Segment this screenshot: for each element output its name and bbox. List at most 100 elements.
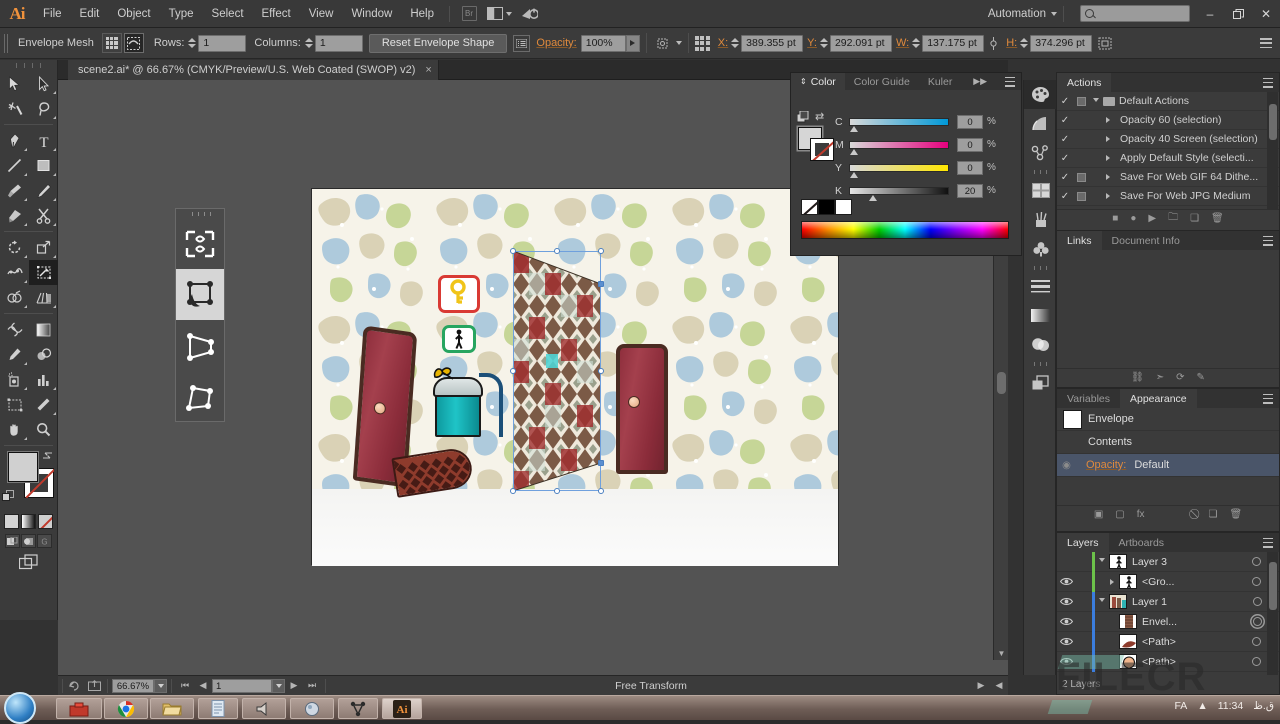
update-link-icon[interactable]: ⟳ [1176,372,1184,383]
action-enabled-check[interactable]: ✓ [1057,172,1073,183]
tab-actions[interactable]: Actions [1057,73,1111,92]
first-page-icon[interactable]: ⏮ [176,678,194,694]
swatches-icon[interactable] [1024,176,1057,205]
envelope-mesh-warp-button[interactable] [124,33,144,53]
opacity-value[interactable]: Default [1134,459,1169,471]
gradient-fill-button[interactable] [21,514,36,529]
expand-icon[interactable] [1101,174,1115,180]
transform-panel-icon[interactable] [653,35,673,52]
constrain-proportions-icon[interactable] [984,35,1002,52]
screen-mode-button[interactable] [0,554,57,570]
menu-view[interactable]: View [300,0,343,28]
layers-scrollbar[interactable] [1267,552,1278,675]
taskbar-media-player[interactable] [242,698,286,719]
target-icon[interactable] [1252,637,1261,646]
taskbar-notepad[interactable] [198,698,238,719]
actions-scrollbar[interactable] [1267,92,1278,209]
action-row[interactable]: ✓ Opacity 40 Screen (selection) [1057,130,1279,149]
action-dialog-toggle[interactable] [1073,173,1089,182]
y-input[interactable]: 292.091 pt [830,35,892,52]
black-swatch[interactable] [818,199,835,215]
envelope-mesh-grid-button[interactable] [102,33,122,53]
opacity-input[interactable]: 100% [581,35,626,52]
maximize-button[interactable] [1224,0,1252,28]
x-input[interactable]: 389.355 pt [741,35,803,52]
status-collapse-icon[interactable]: ◀ [990,678,1008,694]
action-row[interactable]: ✓ Save For Web JPG Medium [1057,187,1279,206]
zoom-tool[interactable] [29,417,58,442]
selection-handle[interactable] [510,368,516,374]
tab-layers[interactable]: Layers [1057,533,1109,552]
expand-icon[interactable] [1095,598,1109,605]
action-row[interactable]: ✓ Save For Web GIF 64 Dithe... [1057,168,1279,187]
control-bar-grip[interactable] [4,34,10,53]
target-icon[interactable] [1253,617,1262,626]
fill-swatch[interactable] [8,452,38,482]
appearance-panel[interactable]: Variables Appearance Envelope Contents ◉… [1056,388,1280,532]
menu-help[interactable]: Help [401,0,443,28]
target-icon[interactable] [1252,577,1261,586]
layer-label[interactable]: Layer 1 [1132,596,1167,608]
w-stepper[interactable] [912,35,921,52]
next-page-icon[interactable]: ▶ [285,678,303,694]
layer-row[interactable]: <Gro... [1057,572,1279,592]
action-enabled-check[interactable]: ✓ [1057,134,1073,145]
action-enabled-check[interactable]: ✓ [1057,153,1073,164]
h-stepper[interactable] [1020,35,1029,52]
appearance-swatch[interactable] [1063,410,1082,429]
document-tab[interactable]: scene2.ai* @ 66.67% (CMYK/Preview/U.S. W… [68,60,439,80]
slice-tool[interactable] [29,392,58,417]
delete-icon[interactable]: 🗑 [1211,213,1224,224]
action-dialog-toggle[interactable] [1073,192,1089,201]
duplicate-icon[interactable]: ❏ [1209,509,1218,520]
gradient-tool[interactable] [29,317,58,342]
slider-m-value[interactable]: 0 [957,138,983,152]
links-list[interactable] [1057,250,1279,368]
layer-row[interactable]: Layer 1 [1057,592,1279,612]
arrange-documents-icon[interactable] [482,4,516,24]
appearance-row[interactable]: ◉ Opacity: Default [1057,454,1279,477]
add-fill-icon[interactable]: ▣ [1094,509,1103,520]
reset-envelope-shape-button[interactable]: Reset Envelope Shape [369,34,508,53]
type-tool[interactable]: T [29,128,58,153]
menu-select[interactable]: Select [203,0,253,28]
relink-icon[interactable]: ⛓ [1131,372,1144,383]
expand-icon[interactable] [1095,558,1109,565]
menu-effect[interactable]: Effect [253,0,300,28]
expand-icon[interactable] [1101,117,1115,123]
expand-icon[interactable] [1101,136,1115,142]
color-panel-expand-icon[interactable]: ▶▶ [969,73,991,90]
links-panel-menu-icon[interactable] [1257,231,1279,250]
selection-handle[interactable] [554,488,560,494]
current-tool-label[interactable]: Free Transform [330,680,972,692]
appearance-list[interactable]: Envelope Contents ◉ Opacity: Default [1057,408,1279,505]
align-icon[interactable] [1092,35,1118,52]
reference-point-selector[interactable] [695,36,710,51]
color-fill-button[interactable] [4,514,19,529]
brushes-icon[interactable] [1024,205,1057,234]
free-transform-button[interactable] [176,269,224,320]
perspective-grid-tool[interactable] [29,285,58,310]
new-action-icon[interactable]: ❏ [1190,213,1199,224]
action-row[interactable]: ✓ Save For Web PNG 24 [1057,206,1279,209]
taskbar-photo-app[interactable] [290,698,334,719]
zoom-dropdown-icon[interactable] [154,679,167,693]
clock-ampm[interactable]: ق.ظ [1253,700,1274,712]
envelope-options-icon[interactable] [513,35,530,52]
tab-appearance[interactable]: Appearance [1120,389,1197,408]
w-input[interactable]: 137.175 pt [922,35,984,52]
envelope-handle[interactable] [598,281,604,287]
bridge-icon[interactable]: Br [456,4,482,24]
scroll-down-icon[interactable]: ▼ [994,646,1008,660]
goto-link-icon[interactable]: ➣ [1156,372,1164,383]
stroke-color-swatch[interactable] [810,138,834,161]
control-bar-menu[interactable] [1260,38,1280,48]
clock-time[interactable]: 11:34 [1218,700,1244,712]
symbols-lib-icon[interactable] [1024,234,1057,263]
chevron-down-icon[interactable] [676,41,682,45]
appearance-row[interactable]: Envelope [1057,408,1279,431]
selection-handle[interactable] [598,248,604,254]
transparency-icon[interactable] [1024,330,1057,359]
play-icon[interactable]: ▶ [1148,213,1156,224]
stop-icon[interactable]: ■ [1112,213,1118,224]
